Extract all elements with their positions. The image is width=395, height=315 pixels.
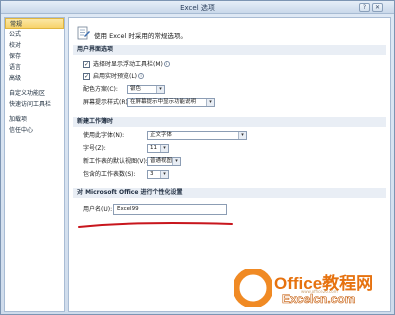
font-size-select[interactable]: 11 ▾ [147, 144, 169, 153]
stepper-arrows-icon[interactable]: ▾ [160, 171, 168, 178]
section-new-workbook: 新建工作簿时 [73, 117, 386, 127]
page-description: 使用 Excel 时采用的常规选项。 [94, 32, 187, 40]
section-personalize: 对 Microsoft Office 进行个性化设置 [73, 188, 386, 198]
sidebar-item-add-ins[interactable]: 加载项 [5, 114, 64, 125]
font-select[interactable]: 正文字体 ▾ [147, 131, 247, 140]
color-scheme-label: 配色方案(C): [83, 86, 118, 93]
watermark-site: Excelcn.com [282, 292, 356, 307]
sheet-count-stepper[interactable]: 3 ▾ [147, 170, 169, 179]
chevron-down-icon: ▾ [156, 86, 164, 93]
office-logo-icon [234, 269, 272, 307]
color-scheme-value: 银色 [130, 86, 142, 92]
options-main-panel: 使用 Excel 时采用的常规选项。 用户界面选项 选择时显示浮动工具栏(M)i… [68, 17, 391, 312]
screentip-select[interactable]: 在屏幕提示中显示功能说明 ▾ [127, 98, 215, 107]
chevron-down-icon: ▾ [238, 132, 246, 139]
chevron-down-icon: ▾ [172, 158, 180, 165]
info-icon: i [163, 61, 170, 67]
red-underline-annotation [78, 222, 233, 228]
font-size-label: 字号(Z): [83, 145, 106, 152]
default-view-label: 新工作表的默认视图(V): [83, 158, 148, 165]
sheet-count-label: 包含的工作表数(S): [83, 171, 136, 178]
live-preview-label: 启用实时预览(L) [93, 73, 138, 80]
sidebar-item-trust-center[interactable]: 信任中心 [5, 125, 64, 136]
font-label: 使用此字体(N): [83, 132, 125, 139]
sidebar-item-general[interactable]: 常规 [5, 18, 64, 29]
options-page-icon [77, 26, 90, 40]
help-button[interactable]: ? [359, 3, 370, 12]
sidebar-item-formulas[interactable]: 公式 [5, 29, 64, 40]
default-view-select[interactable]: 普通视图 ▾ [147, 157, 181, 166]
sidebar-item-customize-ribbon[interactable]: 自定义功能区 [5, 88, 64, 99]
sidebar-item-save[interactable]: 保存 [5, 51, 64, 62]
font-value: 正文字体 [150, 132, 173, 138]
mini-toolbar-label: 选择时显示浮动工具栏(M) [93, 61, 163, 68]
chevron-down-icon: ▾ [206, 99, 214, 106]
info-icon: i [138, 73, 145, 79]
sidebar-item-quick-access-toolbar[interactable]: 快速访问工具栏 [5, 99, 64, 110]
excel-options-dialog: Excel 选项 ? ✕ 常规 公式 校对 保存 语言 高级 自定义功能区 快速… [0, 0, 395, 315]
section-ui-options: 用户界面选项 [73, 45, 386, 55]
close-button[interactable]: ✕ [372, 3, 383, 12]
sidebar-item-advanced[interactable]: 高级 [5, 73, 64, 84]
screentip-label: 屏幕提示样式(R): [83, 99, 130, 106]
title-bar: Excel 选项 ? ✕ [1, 1, 394, 14]
font-size-value: 11 [150, 145, 157, 151]
sidebar-item-proofing[interactable]: 校对 [5, 40, 64, 51]
mini-toolbar-checkbox[interactable] [83, 60, 90, 70]
chevron-down-icon: ▾ [160, 145, 168, 152]
username-input[interactable]: Excel99 [113, 204, 227, 215]
options-sidebar: 常规 公式 校对 保存 语言 高级 自定义功能区 快速访问工具栏 加载项 信任中… [4, 17, 65, 312]
username-label: 用户名(U): [83, 206, 113, 213]
window-title: Excel 选项 [180, 4, 215, 12]
screentip-value: 在屏幕提示中显示功能说明 [130, 99, 197, 105]
default-view-value: 普通视图 [150, 158, 173, 164]
general-header: 使用 Excel 时采用的常规选项。 [77, 26, 377, 42]
live-preview-checkbox[interactable] [83, 72, 90, 82]
sidebar-item-language[interactable]: 语言 [5, 62, 64, 73]
color-scheme-select[interactable]: 银色 ▾ [127, 85, 165, 94]
sheet-count-value: 3 [150, 171, 154, 177]
